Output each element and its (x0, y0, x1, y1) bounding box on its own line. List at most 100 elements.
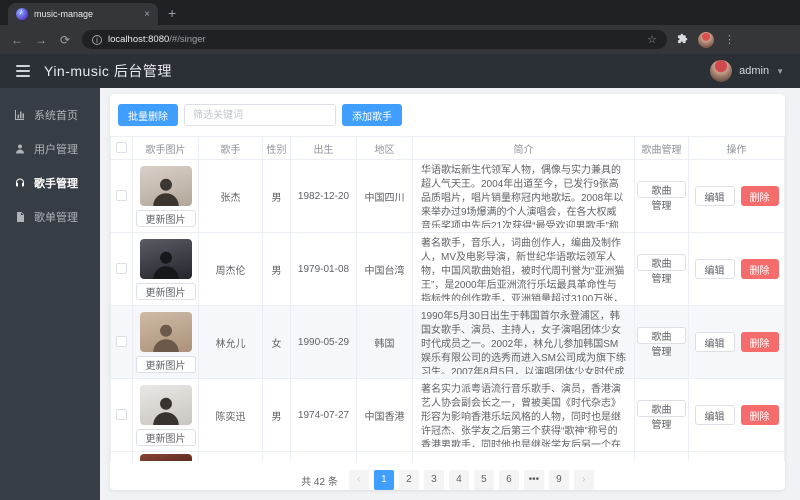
app-title: Yin-music 后台管理 (44, 63, 172, 79)
page-button-5[interactable]: 5 (473, 470, 494, 490)
singer-birth: 1982-12-20 (290, 159, 357, 233)
row-checkbox[interactable] (116, 263, 127, 275)
table-header-row: 歌手图片 歌手 性别 出生 地区 简介 歌曲管理 操作 (110, 136, 785, 160)
add-singer-button[interactable]: 添加歌手 (342, 104, 402, 126)
update-image-button[interactable]: 更新图片 (135, 282, 196, 300)
edit-button[interactable]: 编辑 (694, 259, 735, 279)
table-row-partial (110, 451, 785, 461)
singer-name: 张杰 (198, 159, 263, 233)
site-info-icon[interactable]: i (92, 34, 102, 45)
sidebar-item-home[interactable]: 系统首页 (0, 98, 100, 132)
page-button-2[interactable]: 2 (398, 470, 419, 490)
col-song-manage: 歌曲管理 (634, 136, 689, 160)
prev-page-button[interactable]: ‹ (348, 470, 369, 490)
document-icon (17, 212, 24, 222)
chevron-down-icon: ▼ (776, 66, 784, 76)
delete-button[interactable]: 删除 (740, 405, 779, 425)
toolbar: 批量删除 添加歌手 (110, 104, 785, 136)
sidebar-item-label: 歌单管理 (34, 212, 78, 224)
singer-region: 韩国 (356, 305, 413, 379)
row-checkbox[interactable] (116, 190, 127, 202)
back-icon[interactable]: ← (10, 33, 24, 47)
singer-birth: 1990-05-29 (290, 305, 357, 379)
chart-icon (15, 110, 24, 120)
select-all-checkbox[interactable] (116, 142, 127, 154)
song-manage-button[interactable]: 歌曲管理 (637, 253, 686, 285)
delete-button[interactable]: 删除 (740, 186, 779, 206)
song-manage-button[interactable]: 歌曲管理 (637, 180, 686, 212)
singer-intro: 华语歌坛新生代领军人物，偶像与实力兼具的超人气天王。2004年出道至今，已发行9… (421, 165, 624, 228)
tab-title: music-manage (34, 9, 94, 19)
sidebar-item-label: 用户管理 (34, 144, 78, 156)
browser-tabstrip: music-manage × + (0, 0, 800, 25)
row-checkbox[interactable] (116, 409, 127, 421)
user-avatar (710, 60, 733, 82)
singer-gender: 女 (262, 305, 291, 379)
bookmark-star-icon[interactable]: ☆ (647, 33, 657, 46)
col-photo: 歌手图片 (132, 136, 199, 160)
singer-intro: 著名歌手，音乐人，词曲创作人，编曲及制作人，MV及电影导演，新世纪华语歌坛领军人… (421, 238, 625, 301)
reload-icon[interactable]: ⟳ (58, 33, 72, 47)
sidebar: 系统首页 用户管理 歌手管理 歌单管理 (0, 88, 100, 500)
filter-keyword-input[interactable] (184, 104, 336, 126)
pagination-total: 共 42 条 (301, 476, 338, 488)
singer-photo (139, 165, 192, 206)
table-row: 更新图片 林允儿 女 1990-05-29 韩国 1990年5月30日出生于韩国… (110, 305, 785, 379)
url-bar[interactable]: i localhost:8080/#/singer ☆ (82, 30, 667, 49)
col-singer: 歌手 (198, 136, 263, 160)
page-ellipsis[interactable]: ••• (523, 470, 544, 490)
edit-button[interactable]: 编辑 (694, 405, 735, 425)
singer-birth: 1979-01-08 (290, 232, 357, 306)
singer-region: 中国香港 (356, 378, 413, 452)
page-button-6[interactable]: 6 (498, 470, 519, 490)
singer-name: 陈奕迅 (198, 378, 263, 452)
song-manage-button[interactable]: 歌曲管理 (637, 326, 686, 358)
singer-photo (139, 311, 192, 352)
song-manage-button[interactable]: 歌曲管理 (637, 399, 686, 431)
tab-close-icon[interactable]: × (144, 9, 150, 20)
next-page-button[interactable]: › (573, 470, 594, 490)
forward-icon[interactable]: → (34, 33, 48, 47)
page-button-4[interactable]: 4 (448, 470, 469, 490)
browser-address-bar: ← → ⟳ i localhost:8080/#/singer ☆ ⋮ (0, 25, 800, 54)
batch-delete-button[interactable]: 批量删除 (118, 104, 178, 126)
hamburger-menu-icon[interactable] (16, 65, 30, 77)
singer-name: 周杰伦 (198, 232, 263, 306)
update-image-button[interactable]: 更新图片 (135, 355, 196, 373)
pagination: 共 42 条 ‹ 1 2 3 4 5 6 ••• 9 › (110, 470, 785, 490)
singer-photo (139, 384, 192, 425)
singer-gender: 男 (262, 159, 291, 233)
singer-photo (139, 238, 192, 279)
sidebar-item-label: 系统首页 (34, 110, 78, 122)
col-gender: 性别 (262, 136, 291, 160)
delete-button[interactable]: 删除 (740, 332, 779, 352)
sidebar-item-singers[interactable]: 歌手管理 (0, 166, 100, 200)
singer-gender: 男 (262, 232, 291, 306)
col-intro: 简介 (412, 136, 635, 160)
browser-tab[interactable]: music-manage × (8, 3, 158, 25)
sidebar-item-playlists[interactable]: 歌单管理 (0, 200, 100, 234)
edit-button[interactable]: 编辑 (694, 332, 735, 352)
url-text: localhost:8080/#/singer (108, 34, 206, 45)
extensions-icon[interactable] (677, 33, 688, 47)
table-row: 更新图片 陈奕迅 男 1974-07-27 中国香港 著名实力派粤语流行音乐歌手… (110, 378, 785, 452)
singer-intro: 1990年5月30日出生于韩国首尔永登浦区，韩国女歌手、演员、主持人，女子演唱团… (421, 311, 626, 374)
new-tab-button[interactable]: + (168, 5, 176, 21)
edit-button[interactable]: 编辑 (694, 186, 735, 206)
update-image-button[interactable]: 更新图片 (135, 209, 196, 227)
col-region: 地区 (356, 136, 413, 160)
singer-gender: 男 (262, 378, 291, 452)
page-button-9[interactable]: 9 (548, 470, 569, 490)
app-header: Yin-music 后台管理 admin ▼ (0, 54, 800, 88)
browser-menu-icon[interactable]: ⋮ (724, 33, 736, 46)
page-button-1[interactable]: 1 (373, 470, 394, 490)
singer-card: 批量删除 添加歌手 歌手图片 歌手 性别 出生 地区 (110, 94, 785, 490)
page-button-3[interactable]: 3 (423, 470, 444, 490)
user-menu[interactable]: admin ▼ (710, 60, 784, 82)
row-checkbox[interactable] (116, 336, 127, 348)
table-row: 更新图片 张杰 男 1982-12-20 中国四川 华语歌坛新生代领军人物，偶像… (110, 159, 785, 233)
delete-button[interactable]: 删除 (740, 259, 779, 279)
update-image-button[interactable]: 更新图片 (135, 428, 196, 446)
sidebar-item-users[interactable]: 用户管理 (0, 132, 100, 166)
browser-profile-avatar[interactable] (698, 31, 714, 48)
